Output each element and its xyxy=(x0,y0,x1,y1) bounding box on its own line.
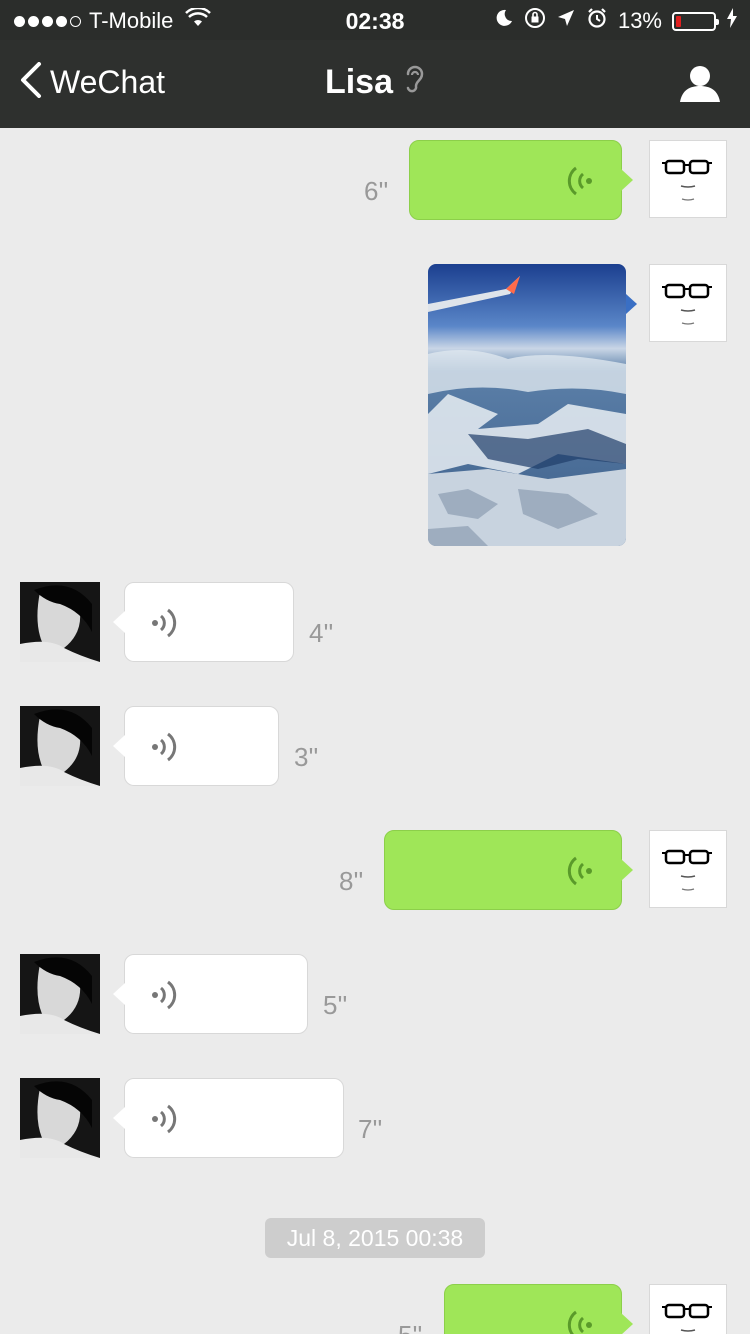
voice-wave-icon xyxy=(149,607,177,644)
battery-icon xyxy=(672,11,719,31)
voice-message-received[interactable] xyxy=(113,954,308,1034)
voice-message-received[interactable] xyxy=(113,706,279,786)
message-timestamp: Jul 8, 2015 00:38 xyxy=(265,1218,485,1258)
voice-wave-icon xyxy=(149,731,177,768)
contact-photo xyxy=(20,582,100,662)
chat-area[interactable]: 6'' 4'' 3'' 8'' 5'' 7'' Jul 8, 2015 00:3… xyxy=(0,128,750,1334)
alarm-icon xyxy=(586,7,608,35)
chat-title: Lisa xyxy=(324,63,394,101)
voice-wave-icon xyxy=(149,979,177,1016)
image-message-sent[interactable] xyxy=(428,264,626,546)
voice-duration: 3'' xyxy=(294,742,319,772)
voice-duration: 8'' xyxy=(339,866,364,896)
battery-percent: 13% xyxy=(617,8,662,33)
avatar-sketch-icon xyxy=(662,283,712,325)
ear-icon xyxy=(403,62,425,103)
contact-photo xyxy=(20,954,100,1034)
voice-message-sent[interactable] xyxy=(409,140,633,220)
nav-title-container: Lisa xyxy=(0,62,750,103)
image-bubble-tail xyxy=(626,294,637,314)
voice-duration: 5'' xyxy=(398,1320,422,1334)
voice-message-sent[interactable] xyxy=(444,1284,633,1334)
my-avatar[interactable] xyxy=(649,1284,727,1334)
aerial-photo-image xyxy=(428,264,626,546)
avatar-sketch-icon xyxy=(662,159,712,201)
contact-photo xyxy=(20,706,100,786)
my-avatar[interactable] xyxy=(649,264,727,342)
profile-icon xyxy=(680,66,720,108)
status-bar: T-Mobile 02:38 13% xyxy=(0,0,750,40)
profile-button[interactable] xyxy=(680,64,720,109)
avatar-sketch-icon xyxy=(662,849,712,891)
status-right: 13% xyxy=(494,7,738,35)
voice-duration: 5'' xyxy=(323,990,348,1020)
voice-wave-icon xyxy=(567,165,595,202)
voice-wave-icon xyxy=(567,855,595,892)
voice-wave-icon xyxy=(149,1103,177,1140)
voice-duration: 4'' xyxy=(309,618,334,648)
contact-avatar[interactable] xyxy=(20,954,100,1034)
voice-message-sent[interactable] xyxy=(384,830,633,910)
contact-avatar[interactable] xyxy=(20,706,100,786)
contact-avatar[interactable] xyxy=(20,1078,100,1158)
voice-duration: 6'' xyxy=(364,176,389,206)
voice-message-received[interactable] xyxy=(113,1078,344,1158)
voice-duration: 7'' xyxy=(358,1114,383,1144)
my-avatar[interactable] xyxy=(649,830,727,908)
avatar-sketch-icon xyxy=(662,1303,712,1332)
voice-wave-icon xyxy=(567,1309,595,1334)
contact-avatar[interactable] xyxy=(20,582,100,662)
my-avatar[interactable] xyxy=(649,140,727,218)
moon-icon xyxy=(494,8,514,34)
charging-bolt-icon xyxy=(726,8,738,34)
rotation-lock-icon xyxy=(524,7,546,35)
contact-photo xyxy=(20,1078,100,1158)
voice-message-received[interactable] xyxy=(113,582,294,662)
nav-bar: WeChat Lisa xyxy=(0,40,750,128)
location-arrow-icon xyxy=(556,8,576,34)
